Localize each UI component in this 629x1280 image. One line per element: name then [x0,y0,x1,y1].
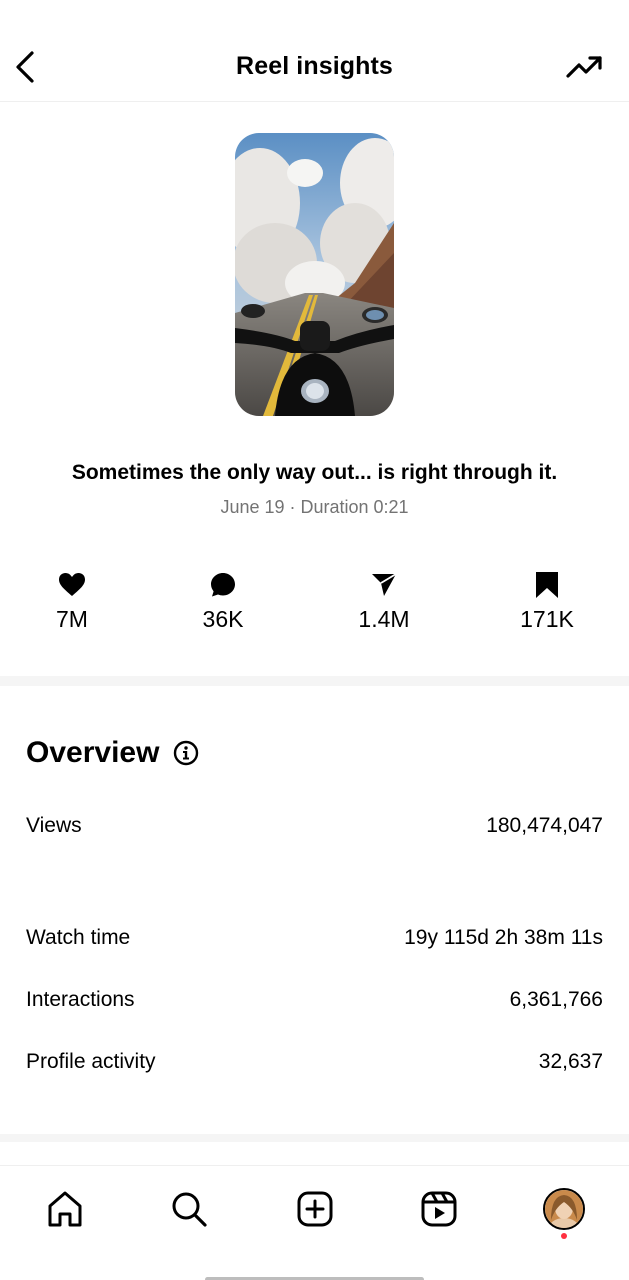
overview-row-watch-time[interactable]: Watch time 19y 115d 2h 38m 11s [26,926,603,950]
info-icon [174,740,199,766]
search-icon [172,1192,207,1227]
home-icon [48,1191,82,1227]
bookmark-icon [536,572,558,598]
tab-profile[interactable] [541,1186,587,1232]
overview-row-views[interactable]: Views 180,474,047 [26,814,603,838]
row-label: Profile activity [26,1050,156,1073]
stat-value: 7M [56,606,88,632]
row-label: Watch time [26,926,131,949]
stat-comments: 36K [173,570,273,633]
stat-likes: 7M [22,570,122,633]
motorcycle-road-clouds-image [235,133,394,416]
trending-up-icon [566,56,602,78]
info-button[interactable] [173,740,199,766]
stat-saves: 171K [497,570,597,633]
overview-title: Overview [26,736,160,769]
tab-reels[interactable] [416,1186,462,1232]
tab-home[interactable] [42,1186,88,1232]
reel-thumbnail[interactable] [235,133,394,416]
stat-value: 36K [202,606,244,632]
stat-shares: 1.4M [334,570,434,633]
bottom-tab-bar [0,1165,629,1280]
reel-meta: June 19 · Duration 0:21 [220,497,409,517]
heart-icon [59,573,85,596]
section-divider [0,1134,629,1142]
overview-heading: Overview [26,736,199,770]
row-label: Interactions [26,988,135,1011]
profile-avatar [543,1188,585,1230]
row-value: 32,637 [538,1050,603,1073]
section-divider [0,676,629,686]
overview-row-interactions[interactable]: Interactions 6,361,766 [26,988,603,1012]
stat-value: 171K [520,606,574,632]
tab-search[interactable] [166,1186,212,1232]
notification-dot [561,1233,567,1239]
header: Reel insights [0,0,629,102]
reels-icon [421,1191,457,1227]
tab-create[interactable] [292,1186,338,1232]
create-icon [297,1191,333,1227]
trending-button[interactable] [565,52,605,82]
page-title: Reel insights [236,52,393,80]
row-value: 19y 115d 2h 38m 11s [404,926,603,949]
reel-caption: Sometimes the only way out... is right t… [71,461,558,484]
overview-row-profile-activity[interactable]: Profile activity 32,637 [26,1050,603,1074]
comment-icon [211,573,235,597]
row-value: 6,361,766 [509,988,603,1011]
row-value: 180,474,047 [486,814,603,837]
stat-value: 1.4M [358,606,410,632]
share-icon [372,573,397,596]
row-label: Views [26,814,82,837]
